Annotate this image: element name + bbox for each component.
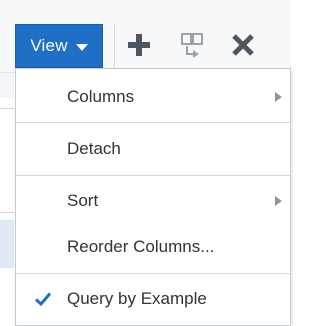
view-button-label: View — [30, 36, 68, 55]
menu-item-label: Columns — [67, 87, 135, 106]
menu-item-label: Detach — [67, 139, 121, 158]
view-dropdown-menu: Columns Detach Sort Reorder Columns... Q… — [15, 68, 291, 326]
submenu-arrow-icon — [275, 92, 282, 102]
view-menu-button[interactable]: View — [15, 24, 103, 68]
background-row — [0, 72, 14, 98]
caret-down-icon — [75, 43, 88, 51]
toolbar-separator — [114, 24, 115, 68]
checkmark-icon — [34, 292, 52, 307]
menu-item-label: Sort — [67, 191, 99, 210]
menu-separator — [16, 122, 290, 123]
detach-icon[interactable] — [178, 30, 208, 60]
menu-item-columns[interactable]: Columns — [16, 75, 290, 119]
menu-item-detach[interactable]: Detach — [16, 127, 290, 171]
menu-item-label: Query by Example — [67, 289, 207, 308]
menu-item-label: Reorder Columns... — [67, 237, 215, 256]
submenu-arrow-icon — [275, 196, 282, 206]
plus-icon[interactable] — [124, 30, 154, 60]
menu-item-query-by-example[interactable]: Query by Example — [16, 277, 290, 321]
close-x-icon[interactable] — [228, 30, 258, 60]
table-toolbar: View — [0, 0, 291, 73]
menu-separator — [16, 175, 290, 176]
background-divider — [0, 108, 14, 109]
menu-separator — [16, 273, 290, 274]
menu-item-reorder-columns[interactable]: Reorder Columns... — [16, 225, 290, 269]
background-divider — [0, 212, 14, 213]
menu-item-sort[interactable]: Sort — [16, 179, 290, 223]
background-selected-row — [0, 220, 14, 268]
